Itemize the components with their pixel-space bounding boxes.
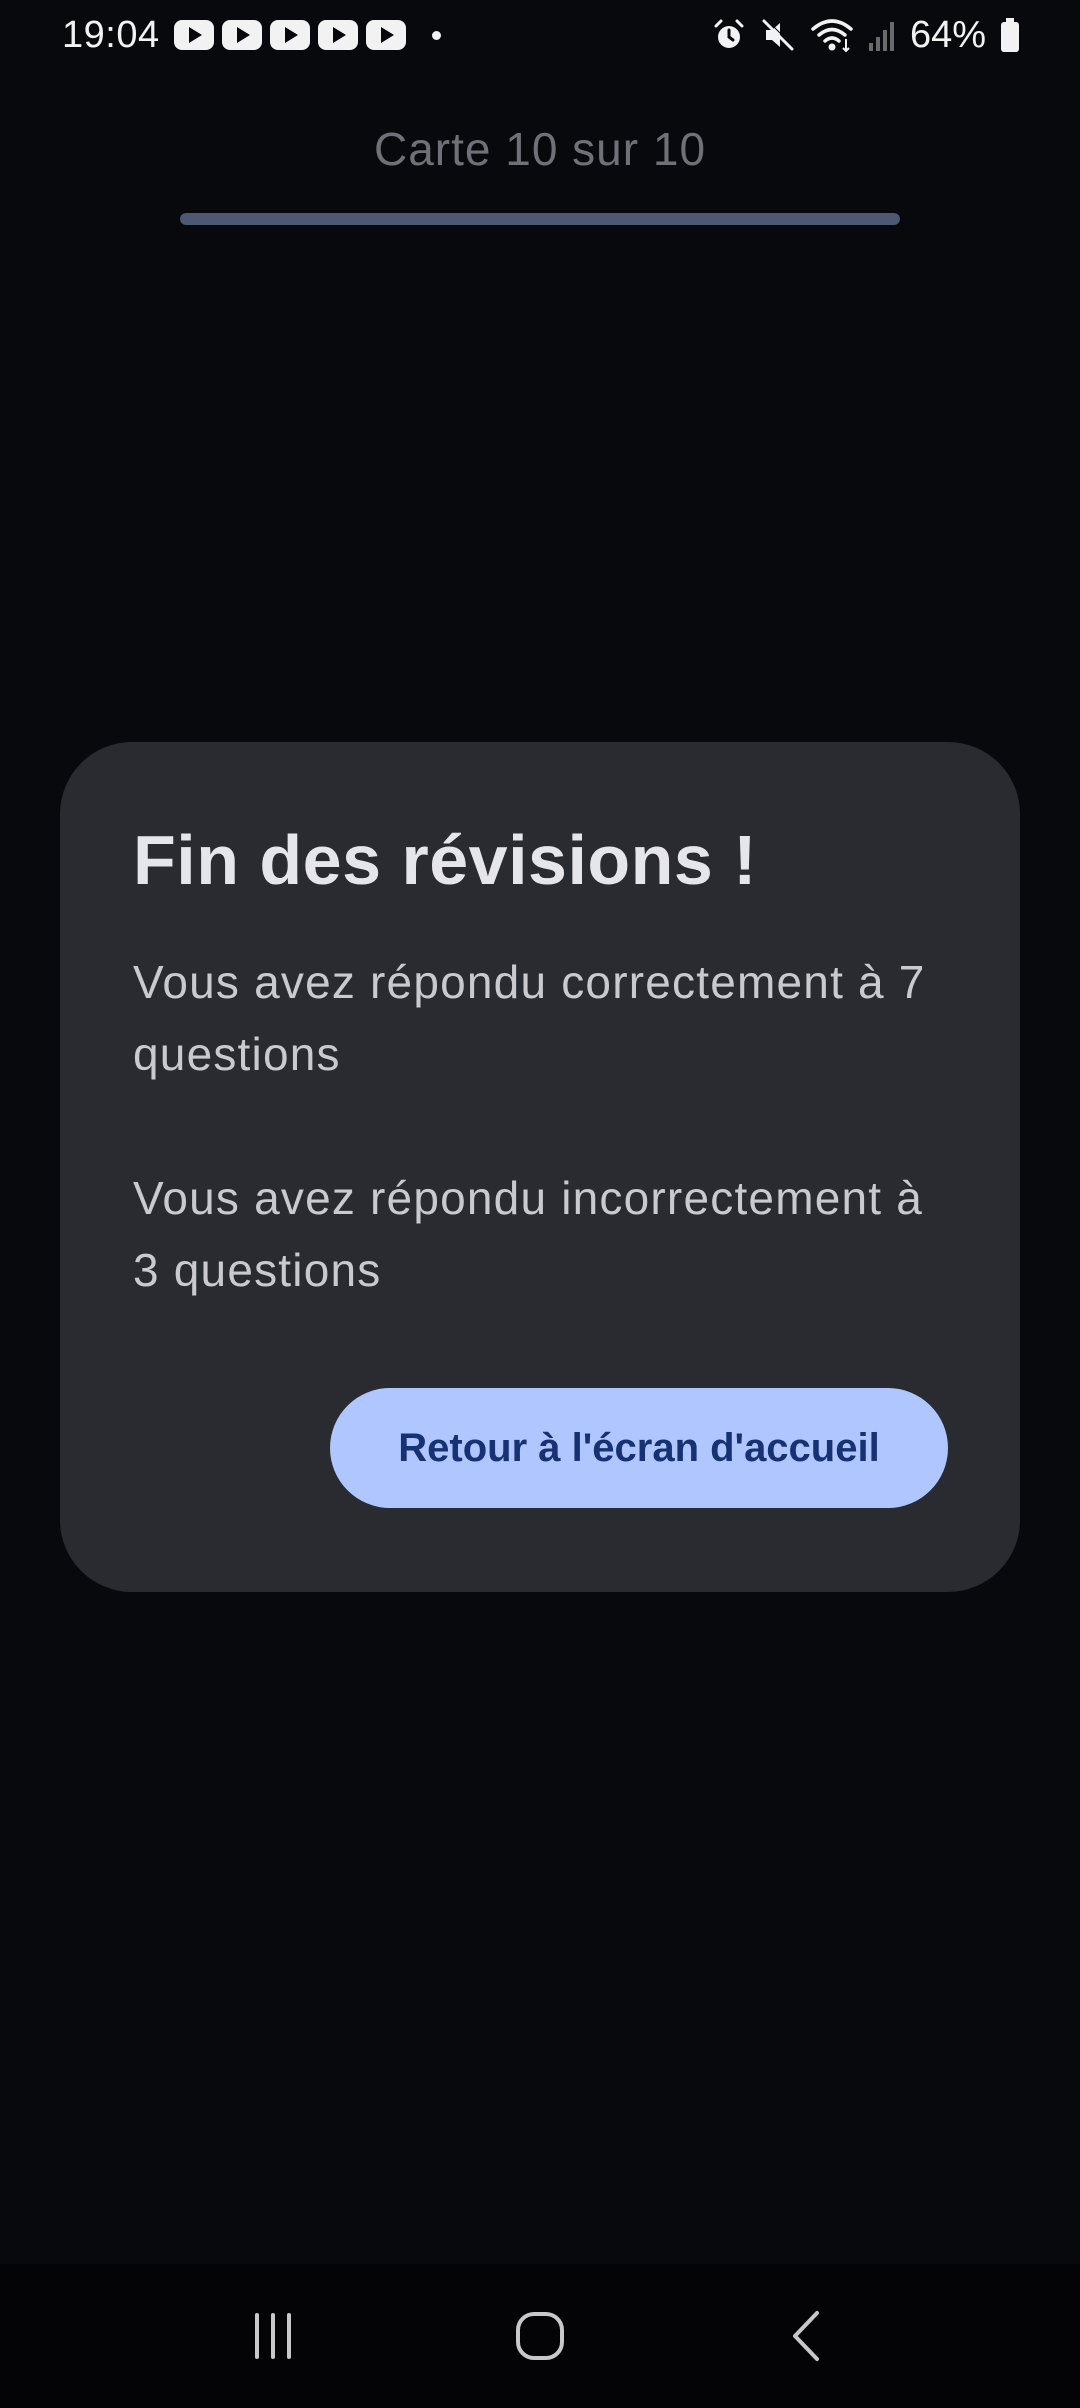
youtube-icon [365,20,406,50]
system-nav-bar [0,2264,1080,2408]
youtube-icon [173,20,214,50]
notification-icons [173,20,406,50]
wifi-icon [811,19,853,53]
recents-icon [255,2313,292,2359]
results-dialog: Fin des révisions ! Vous avez répondu co… [60,742,1020,1592]
mute-icon [762,18,795,51]
signal-icon [868,22,894,51]
youtube-icon [221,20,262,50]
return-home-button[interactable]: Retour à l'écran d'accueil [330,1388,948,1508]
flashcard-results-screen: 19:04 64% Carte 10 sur 10 Fin des révisi… [0,0,1080,2408]
card-progress-label: Carte 10 sur 10 [373,123,707,175]
dialog-title: Fin des révisions ! [133,821,758,899]
alarm-icon [714,19,744,48]
more-notifications-dot [431,30,441,40]
correct-answers-text: Vous avez répondu correctement à 7 quest… [133,956,926,1080]
back-button[interactable] [747,2286,867,2386]
youtube-icon [269,20,310,50]
incorrect-answers-text: Vous avez répondu incorrectement à 3 que… [133,1172,924,1296]
battery-percent: 64% [909,13,986,56]
home-button[interactable] [480,2286,600,2386]
back-icon [792,2311,819,2361]
recents-button[interactable] [213,2286,333,2386]
youtube-icon [317,20,358,50]
card-progress-bar [180,213,900,225]
home-icon [515,2312,564,2360]
status-bar: 19:04 64% [0,0,1080,70]
status-time: 19:04 [62,13,160,56]
card-progress-fill [180,213,900,225]
battery-icon [1001,18,1019,52]
system-status-icons: 64% [712,14,1020,57]
